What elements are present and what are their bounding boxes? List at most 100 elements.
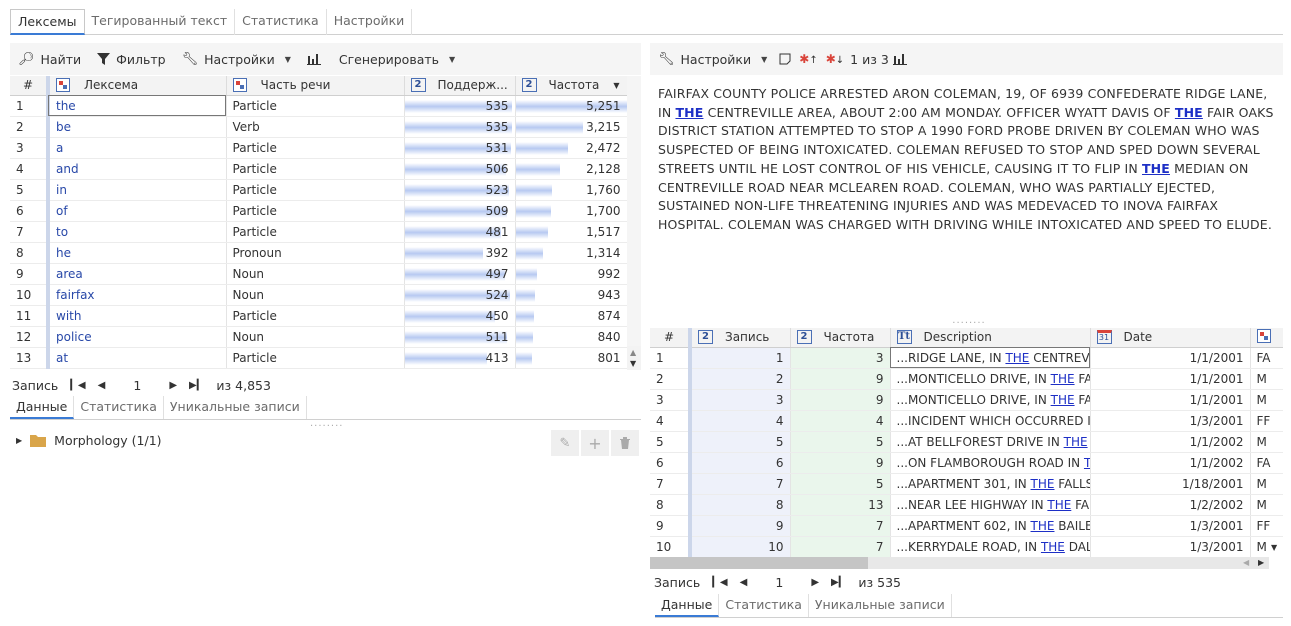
- description-cell[interactable]: ...APARTMENT 602, IN THE BAILEYS: [890, 515, 1091, 537]
- extra-cell[interactable]: M: [1250, 389, 1283, 411]
- date-cell[interactable]: 1/3/2001: [1090, 410, 1251, 432]
- extra-cell[interactable]: FF: [1250, 515, 1283, 537]
- freq-cell[interactable]: 1,760: [515, 179, 628, 201]
- tab-unique-records[interactable]: Уникальные записи: [164, 396, 307, 419]
- table-row[interactable]: 339...MONTICELLO DRIVE, IN THE FALL1/1/2…: [650, 389, 1283, 411]
- record-cell[interactable]: 3: [690, 389, 791, 411]
- col-header-date[interactable]: 31 Date: [1090, 328, 1251, 348]
- date-cell[interactable]: 1/1/2001: [1090, 347, 1251, 369]
- record-cell[interactable]: 8: [690, 494, 791, 516]
- freq-cell[interactable]: 840: [515, 326, 628, 348]
- pos-cell[interactable]: Particle: [226, 347, 405, 369]
- col-header-description[interactable]: Tt Description: [890, 328, 1091, 348]
- table-row[interactable]: 997...APARTMENT 602, IN THE BAILEYS1/3/2…: [650, 515, 1283, 537]
- pos-cell[interactable]: Particle: [226, 95, 405, 117]
- record-cell[interactable]: 1: [690, 347, 791, 369]
- splitter-handle[interactable]: ........: [952, 315, 986, 326]
- date-cell[interactable]: 1/18/2001: [1090, 473, 1251, 495]
- freq-cell[interactable]: 4: [790, 410, 891, 432]
- generate-dropdown[interactable]: Сгенерировать ▼: [299, 43, 463, 75]
- scroll-down-icon[interactable]: ▼: [1271, 543, 1277, 552]
- freq-cell[interactable]: 5: [790, 473, 891, 495]
- description-cell[interactable]: ...AT BELLFOREST DRIVE IN THE ME: [890, 431, 1091, 453]
- pos-cell[interactable]: Particle: [226, 200, 405, 222]
- scroll-up-icon[interactable]: ▲: [630, 348, 636, 357]
- pos-cell[interactable]: Particle: [226, 305, 405, 327]
- add-button[interactable]: +: [581, 430, 609, 456]
- expand-arrow-icon[interactable]: ▶: [16, 436, 22, 445]
- date-cell[interactable]: 1/1/2001: [1090, 368, 1251, 390]
- splitter-handle[interactable]: ........: [310, 418, 342, 429]
- col-header-freq[interactable]: 2 Частота: [790, 328, 891, 348]
- record-grid-hscrollbar[interactable]: [650, 557, 1269, 569]
- freq-cell[interactable]: 1,314: [515, 242, 628, 264]
- freq-cell[interactable]: 992: [515, 263, 628, 285]
- tab-stats[interactable]: Статистика: [74, 396, 164, 419]
- table-row[interactable]: 6 of Particle 509 1,700: [10, 200, 628, 222]
- table-row[interactable]: 555...AT BELLFOREST DRIVE IN THE ME1/1/2…: [650, 431, 1283, 453]
- hscroll-thumb[interactable]: [650, 557, 868, 569]
- prev-page-icon[interactable]: ◀: [740, 577, 748, 588]
- scroll-left-icon[interactable]: ◀: [1243, 558, 1249, 567]
- table-row[interactable]: 10 fairfax Noun 524 943: [10, 284, 628, 306]
- description-cell[interactable]: ...APARTMENT 301, IN THE FALLS C: [890, 473, 1091, 495]
- prev-occurrence-button[interactable]: ✱↑: [795, 43, 821, 75]
- tab-stats[interactable]: Статистика: [719, 594, 809, 617]
- freq-cell[interactable]: 13: [790, 494, 891, 516]
- delete-button[interactable]: [611, 430, 639, 456]
- freq-cell[interactable]: 3,215: [515, 116, 628, 138]
- table-row[interactable]: 11 with Particle 450 874: [10, 305, 628, 327]
- highlighted-term[interactable]: THE: [675, 105, 703, 120]
- extra-cell[interactable]: FA: [1250, 452, 1283, 474]
- description-cell[interactable]: ...RIDGE LANE, IN THE CENTREVILL: [890, 347, 1091, 369]
- table-row[interactable]: 5 in Particle 523 1,760: [10, 179, 628, 201]
- date-cell[interactable]: 1/1/2001: [1090, 389, 1251, 411]
- support-cell[interactable]: 509: [404, 200, 516, 222]
- lexeme-cell[interactable]: a: [48, 137, 227, 159]
- lexeme-cell[interactable]: he: [48, 242, 227, 264]
- freq-cell[interactable]: 9: [790, 389, 891, 411]
- last-page-icon[interactable]: ▶▎: [831, 577, 846, 588]
- tab-data[interactable]: Данные: [10, 396, 75, 419]
- record-cell[interactable]: 6: [690, 452, 791, 474]
- find-button[interactable]: 🔎︎ Найти: [10, 43, 89, 75]
- tab-statistics[interactable]: Статистика: [235, 9, 327, 35]
- last-page-icon[interactable]: ▶▎: [189, 380, 204, 391]
- chart-button[interactable]: [889, 43, 911, 75]
- tab-tagged-text[interactable]: Тегированный текст: [85, 9, 236, 35]
- support-cell[interactable]: 523: [404, 179, 516, 201]
- table-row[interactable]: 1 the Particle 535 5,251: [10, 95, 628, 117]
- tab-settings[interactable]: Настройки: [327, 9, 413, 35]
- settings-dropdown[interactable]: 🔧︎ Настройки ▼: [174, 43, 299, 75]
- extra-cell[interactable]: M: [1250, 494, 1283, 516]
- pos-cell[interactable]: Particle: [226, 158, 405, 180]
- description-cell[interactable]: ...MONTICELLO DRIVE, IN THE FALL: [890, 389, 1091, 411]
- prev-page-icon[interactable]: ◀: [98, 380, 106, 391]
- support-cell[interactable]: 531: [404, 137, 516, 159]
- description-cell[interactable]: ...KERRYDALE ROAD, IN THE DALE: [890, 536, 1091, 557]
- col-header-pos[interactable]: Часть речи: [226, 76, 405, 96]
- pos-cell[interactable]: Noun: [226, 326, 405, 348]
- table-row[interactable]: 113...RIDGE LANE, IN THE CENTREVILL1/1/2…: [650, 347, 1283, 369]
- highlighted-term[interactable]: THE: [1142, 161, 1170, 176]
- record-cell[interactable]: 7: [690, 473, 791, 495]
- table-row[interactable]: 8 he Pronoun 392 1,314: [10, 242, 628, 264]
- freq-cell[interactable]: 5,251: [515, 95, 628, 117]
- table-row[interactable]: 10107...KERRYDALE ROAD, IN THE DALE1/3/2…: [650, 536, 1283, 557]
- filter-button[interactable]: Фильтр: [89, 43, 173, 75]
- pos-cell[interactable]: Noun: [226, 263, 405, 285]
- date-cell[interactable]: 1/2/2002: [1090, 494, 1251, 516]
- description-cell[interactable]: ...MONTICELLO DRIVE, IN THE FALL: [890, 368, 1091, 390]
- first-page-icon[interactable]: ▎◀: [712, 577, 727, 588]
- support-cell[interactable]: 535: [404, 95, 516, 117]
- col-header-support[interactable]: 2 Поддерж...: [404, 76, 516, 96]
- lexeme-cell[interactable]: to: [48, 221, 227, 243]
- lexeme-cell[interactable]: the: [48, 95, 227, 117]
- date-cell[interactable]: 1/3/2001: [1090, 515, 1251, 537]
- freq-cell[interactable]: 9: [790, 452, 891, 474]
- note-button[interactable]: [775, 43, 795, 75]
- lexeme-cell[interactable]: and: [48, 158, 227, 180]
- pos-cell[interactable]: Verb: [226, 116, 405, 138]
- lexeme-cell[interactable]: area: [48, 263, 227, 285]
- date-cell[interactable]: 1/1/2002: [1090, 431, 1251, 453]
